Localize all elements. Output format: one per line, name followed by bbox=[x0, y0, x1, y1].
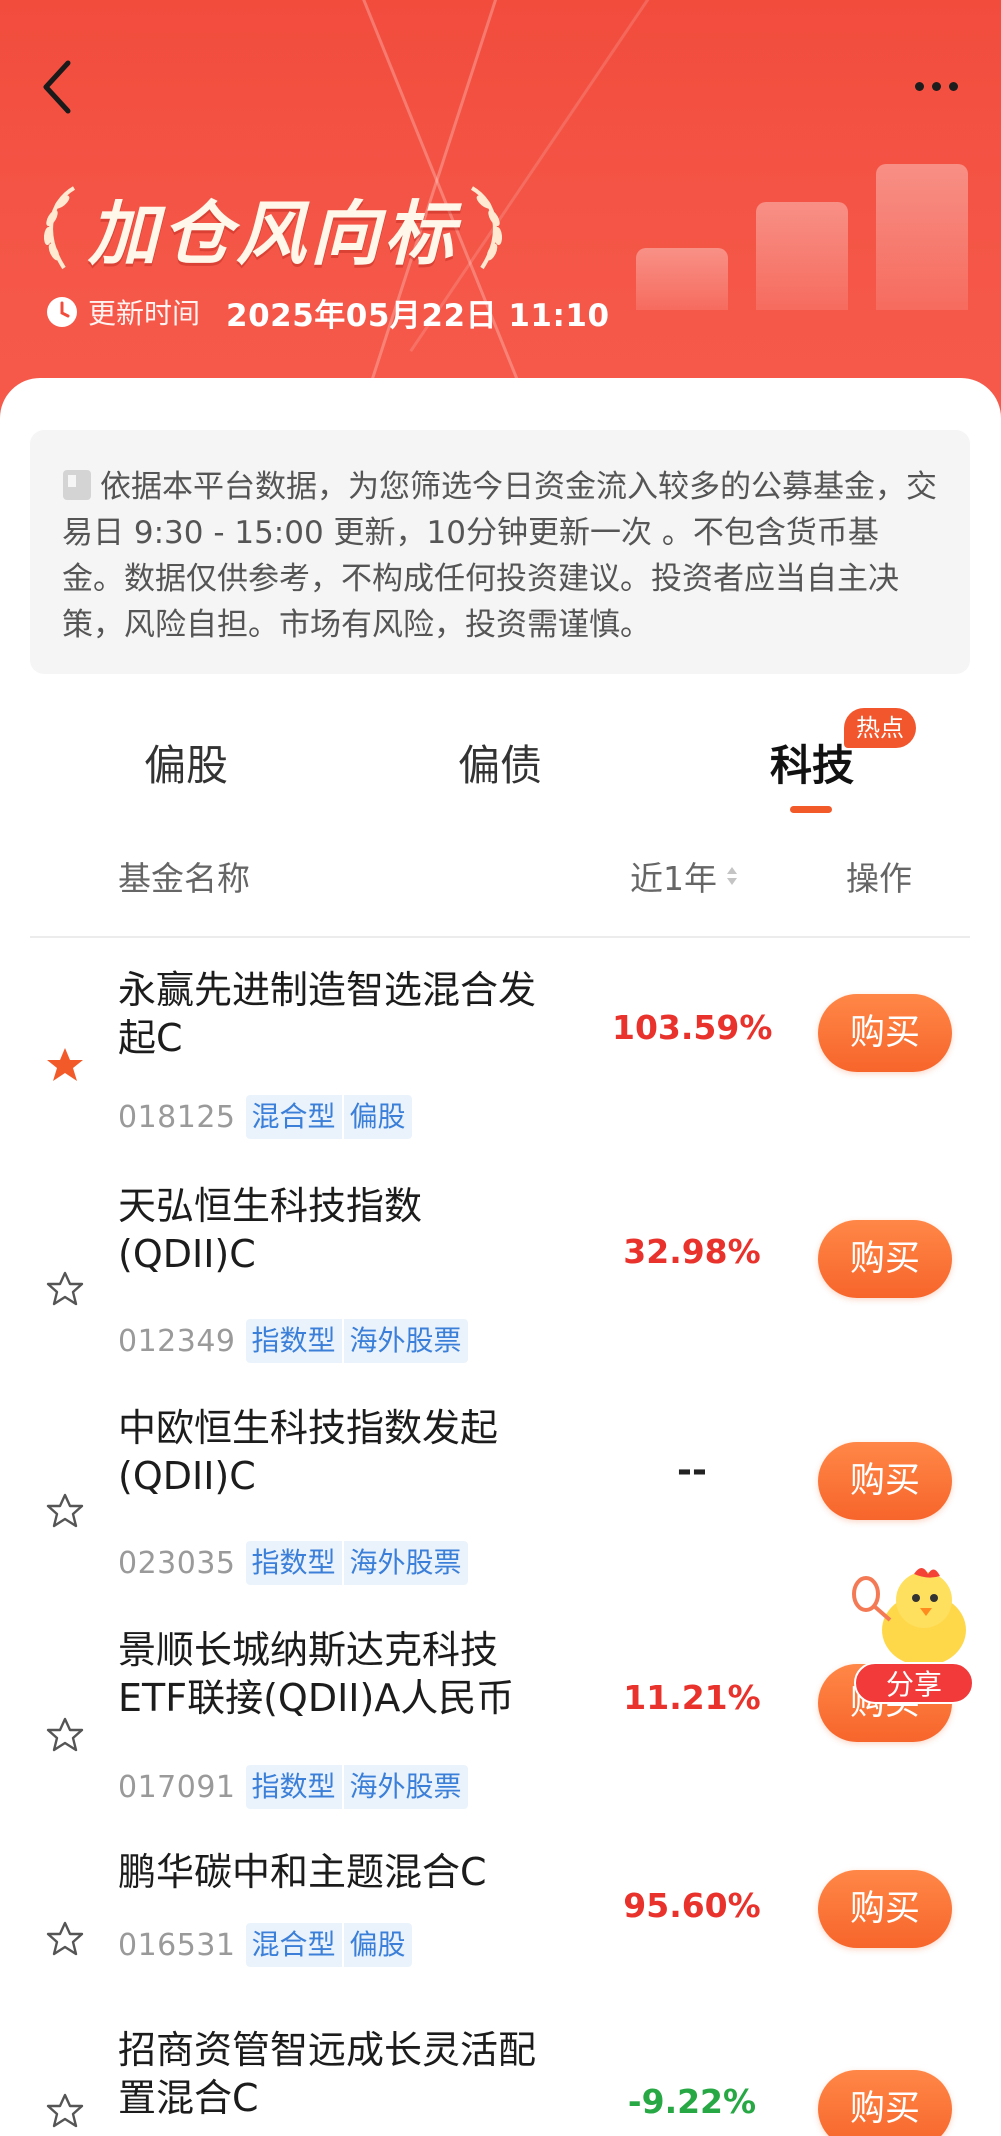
clock-icon bbox=[47, 297, 77, 327]
fund-style-tag: 海外股票 bbox=[341, 1765, 468, 1809]
fund-type-tag: 指数型 bbox=[251, 1770, 336, 1803]
fund-return: 103.59% bbox=[612, 1008, 773, 1047]
fund-tags: 混合型 偏股 bbox=[245, 1095, 412, 1139]
share-label: 分享 bbox=[854, 1662, 974, 1704]
fund-type-tag: 混合型 bbox=[251, 1928, 336, 1961]
fund-code: 018125 bbox=[118, 1099, 236, 1135]
fund-code: 012349 bbox=[118, 1323, 236, 1359]
page-title: 加仓风向标 bbox=[36, 178, 510, 278]
back-arrow-icon bbox=[43, 60, 71, 114]
fund-return: -9.22% bbox=[627, 2082, 757, 2121]
fund-name: 中欧恒生科技指数发起 (QDII)C bbox=[118, 1406, 499, 1498]
star-icon[interactable] bbox=[46, 1716, 84, 1754]
star-icon[interactable] bbox=[46, 2092, 84, 2130]
fund-return: 32.98% bbox=[623, 1232, 761, 1271]
content-card: 依据本平台数据，为您筛选今日资金流入较多的公募基金，交易日 9:30 - 15:… bbox=[0, 378, 1001, 2136]
fund-name: 景顺长城纳斯达克科技 ETF联接(QDII)A人民币 bbox=[118, 1628, 515, 1720]
fund-type-tag: 指数型 bbox=[251, 1546, 336, 1579]
title-text: 加仓风向标 bbox=[88, 191, 458, 275]
category-tabs: 偏股 偏债 科技 热点 bbox=[0, 708, 1001, 818]
buy-button[interactable]: 购买 bbox=[818, 1870, 952, 1948]
column-fund-name: 基金名称 bbox=[118, 859, 250, 898]
fund-return: 11.21% bbox=[623, 1678, 761, 1717]
tab-label: 科技 bbox=[769, 741, 854, 790]
fund-tags: 指数型 海外股票 bbox=[245, 1541, 468, 1585]
fund-type-tag: 指数型 bbox=[251, 1324, 336, 1357]
laurel-left-icon bbox=[43, 186, 76, 270]
buy-button[interactable]: 购买 bbox=[818, 994, 952, 1072]
fund-style-tag: 海外股票 bbox=[341, 1319, 468, 1363]
column-return-label: 近1年 bbox=[630, 859, 717, 898]
back-button[interactable] bbox=[32, 52, 82, 122]
column-action: 操作 bbox=[846, 859, 912, 898]
buy-button[interactable]: 购买 bbox=[818, 2070, 952, 2136]
tab-bond[interactable]: 偏债 bbox=[400, 732, 600, 792]
fund-type-tag: 混合型 bbox=[251, 1100, 336, 1133]
fund-style-tag: 海外股票 bbox=[341, 1541, 468, 1585]
notice-text: 依据本平台数据，为您筛选今日资金流入较多的公募基金，交易日 9:30 - 15:… bbox=[62, 469, 937, 643]
fund-meta: 017091 指数型 海外股票 bbox=[118, 1764, 468, 1810]
fund-meta: 016531 混合型 偏股 bbox=[118, 1922, 412, 1968]
fund-name: 永赢先进制造智选混合发 起C bbox=[118, 968, 537, 1060]
star-icon[interactable] bbox=[46, 1270, 84, 1308]
update-time-label: 更新时间 bbox=[88, 297, 201, 330]
hot-badge: 热点 bbox=[844, 708, 916, 748]
fund-style-tag: 偏股 bbox=[341, 1095, 412, 1139]
buy-button[interactable]: 购买 bbox=[818, 1220, 952, 1298]
fund-name: 鹏华碳中和主题混合C bbox=[118, 1850, 487, 1894]
decor-bar bbox=[636, 248, 728, 310]
laurel-right-icon bbox=[470, 186, 503, 270]
fund-code: 017091 bbox=[118, 1769, 236, 1805]
header-banner: 加仓风向标 更新时间 2025年05月22日 11:10 bbox=[0, 0, 1001, 420]
table-header: 基金名称 近1年 操作 bbox=[30, 826, 970, 938]
document-icon bbox=[63, 470, 91, 500]
more-button[interactable] bbox=[901, 68, 971, 104]
fund-name: 天弘恒生科技指数 (QDII)C bbox=[118, 1184, 423, 1276]
fund-code: 016531 bbox=[118, 1927, 236, 1963]
star-icon[interactable] bbox=[46, 1492, 84, 1530]
update-time-value: 2025年05月22日 11:10 bbox=[226, 297, 610, 334]
star-icon[interactable] bbox=[46, 1046, 84, 1084]
more-dots-icon bbox=[914, 81, 924, 91]
fund-meta: 018125 混合型 偏股 bbox=[118, 1094, 412, 1140]
buy-button[interactable]: 购买 bbox=[818, 1442, 952, 1520]
update-time-row: 更新时间 2025年05月22日 11:10 bbox=[46, 290, 610, 334]
tab-label: 偏债 bbox=[457, 741, 542, 790]
fund-tags: 混合型 偏股 bbox=[245, 1923, 412, 1967]
share-float-button[interactable]: 分享 bbox=[836, 1560, 986, 1710]
fund-style-tag: 偏股 bbox=[341, 1923, 412, 1967]
tab-active-indicator bbox=[790, 806, 832, 813]
decor-bar bbox=[756, 202, 848, 310]
tab-equity[interactable]: 偏股 bbox=[86, 732, 286, 792]
disclaimer-notice: 依据本平台数据，为您筛选今日资金流入较多的公募基金，交易日 9:30 - 15:… bbox=[30, 430, 970, 674]
decor-bar bbox=[876, 164, 968, 310]
fund-tags: 指数型 海外股票 bbox=[245, 1765, 468, 1809]
fund-meta: 023035 指数型 海外股票 bbox=[118, 1540, 468, 1586]
tab-label: 偏股 bbox=[143, 741, 228, 790]
column-return-sort[interactable]: 近1年 bbox=[630, 852, 739, 900]
fund-return: -- bbox=[677, 1450, 707, 1491]
chick-mascot-icon bbox=[852, 1568, 966, 1666]
fund-code: 023035 bbox=[118, 1545, 236, 1581]
star-icon[interactable] bbox=[46, 1920, 84, 1958]
sort-icon bbox=[727, 867, 737, 885]
fund-return: 95.60% bbox=[623, 1886, 761, 1925]
fund-name: 招商资管智远成长灵活配 置混合C bbox=[118, 2028, 537, 2120]
fund-tags: 指数型 海外股票 bbox=[245, 1319, 468, 1363]
fund-meta: 012349 指数型 海外股票 bbox=[118, 1318, 468, 1364]
